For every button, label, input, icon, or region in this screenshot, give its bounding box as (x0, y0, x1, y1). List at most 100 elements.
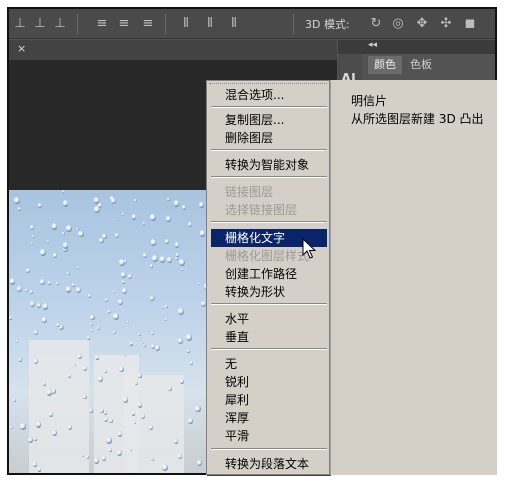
3d-slide-icon[interactable]: ✣ (437, 15, 455, 33)
raindrop (123, 397, 129, 403)
menu-item-convert-to-shape[interactable]: 转换为形状 (211, 283, 327, 301)
raindrop (81, 454, 84, 457)
menu-separator (211, 106, 327, 108)
3d-pan-icon[interactable]: ✥ (413, 15, 431, 33)
menu-item-antialias-crisp[interactable]: 犀利 (211, 391, 327, 409)
raindrop (159, 256, 166, 263)
raindrop (113, 331, 116, 335)
raindrop (187, 418, 193, 424)
raindrop (195, 405, 201, 412)
distribute-left-icon[interactable]: ⫴ (177, 15, 195, 33)
raindrop (165, 304, 169, 308)
menu-item-horizontal[interactable]: 水平 (211, 310, 327, 328)
raindrop (49, 412, 53, 417)
raindrop (111, 198, 117, 204)
raindrop (131, 214, 137, 220)
submenu-item-new-3d-extrusion[interactable]: 从所选图层新建 3D 凸出 (351, 111, 484, 127)
distribute-top-icon[interactable]: ≡ (93, 15, 111, 33)
menu-item-duplicate-layer[interactable]: 复制图层... (211, 111, 327, 129)
menu-item-convert-smart-object[interactable]: 转换为智能对象 (211, 156, 327, 174)
distribute-hcenter-icon[interactable]: ⫴ (201, 15, 219, 33)
raindrop (87, 294, 91, 298)
raindrop (133, 198, 137, 203)
menu-item-antialias-smooth[interactable]: 平滑 (211, 427, 327, 445)
raindrop (114, 218, 117, 222)
menu-item-convert-paragraph-text[interactable]: 转换为段落文本 (211, 455, 327, 473)
raindrop (51, 429, 57, 436)
raindrop (78, 230, 84, 238)
raindrop (108, 310, 111, 314)
close-tab-icon[interactable]: × (17, 42, 26, 55)
menu-item-create-work-path[interactable]: 创建工作路径 (211, 265, 327, 283)
raindrop (178, 259, 185, 267)
raindrop (42, 316, 47, 323)
menu-item-antialias-none[interactable]: 无 (211, 355, 327, 373)
raindrop (151, 255, 158, 263)
raindrop (168, 386, 172, 392)
distribute-right-icon[interactable]: ⫴ (225, 15, 243, 33)
raindrop (59, 325, 63, 330)
align-vcenter-icon[interactable]: ⊥ (31, 15, 49, 33)
raindrop (62, 231, 66, 236)
align-top-icon[interactable]: ⊥ (11, 15, 29, 33)
3d-rotate-icon[interactable]: ↻ (367, 15, 385, 33)
3d-camera-icon[interactable]: ◼ (461, 15, 479, 33)
raindrop (52, 252, 58, 259)
menu-item-antialias-sharp[interactable]: 锐利 (211, 373, 327, 391)
raindrop (77, 266, 80, 269)
raindrop (36, 302, 42, 309)
raindrop (89, 408, 94, 414)
raindrop (18, 358, 22, 362)
raindrop (150, 214, 156, 221)
raindrop (174, 242, 180, 248)
menu-item-link-layers: 链接图层 (225, 185, 274, 199)
raindrop (83, 395, 87, 400)
raindrop (61, 190, 65, 194)
raindrop (166, 216, 171, 222)
raindrop (30, 242, 34, 245)
tab-swatches[interactable]: 色板 (404, 56, 438, 74)
raindrop (112, 290, 115, 293)
raindrop (56, 323, 60, 328)
raindrop (86, 336, 90, 340)
collapse-panels-icon[interactable]: ◂◂ (368, 40, 377, 50)
raindrop (108, 448, 112, 452)
raindrop (19, 423, 26, 431)
raindrop (67, 272, 70, 275)
raindrop (161, 306, 165, 310)
raindrop (97, 326, 100, 330)
raindrop (197, 460, 203, 466)
raindrop (143, 344, 146, 348)
raindrop (25, 268, 30, 274)
menu-item-blending-options[interactable]: 混合选项... (211, 86, 327, 104)
raindrop (13, 399, 16, 403)
raindrop (75, 286, 81, 293)
raindrop (30, 224, 35, 230)
raindrop (188, 222, 193, 228)
3d-roll-icon[interactable]: ◎ (389, 15, 407, 33)
layer-context-menu: 混合选项... 复制图层... 删除图层 转换为智能对象 链接图层 选择链接图层… (206, 80, 330, 475)
raindrop (9, 425, 13, 429)
tab-color[interactable]: 颜色 (368, 56, 402, 74)
raindrop (76, 227, 79, 231)
raindrop (33, 462, 37, 467)
menu-separator (211, 448, 327, 450)
align-bottom-icon[interactable]: ⊥ (51, 15, 69, 33)
raindrop (166, 257, 172, 264)
menu-item-vertical[interactable]: 垂直 (211, 328, 327, 346)
menu-item-delete-layer[interactable]: 删除图层 (211, 129, 327, 147)
panel-header: ◂◂ (338, 40, 495, 54)
raindrop (175, 256, 178, 260)
raindrop (9, 316, 13, 320)
raindrop (121, 288, 127, 295)
toolbar-divider (77, 14, 78, 34)
raindrop (29, 289, 34, 295)
distribute-bottom-icon[interactable]: ≡ (139, 15, 157, 33)
raindrop (48, 281, 52, 285)
submenu-item-postcard[interactable]: 明信片 (351, 93, 387, 109)
toolbar-divider (293, 14, 294, 34)
raindrop (90, 314, 95, 320)
distribute-vcenter-icon[interactable]: ≡ (115, 15, 133, 33)
raindrop (30, 301, 36, 308)
menu-item-antialias-strong[interactable]: 浑厚 (211, 409, 327, 427)
